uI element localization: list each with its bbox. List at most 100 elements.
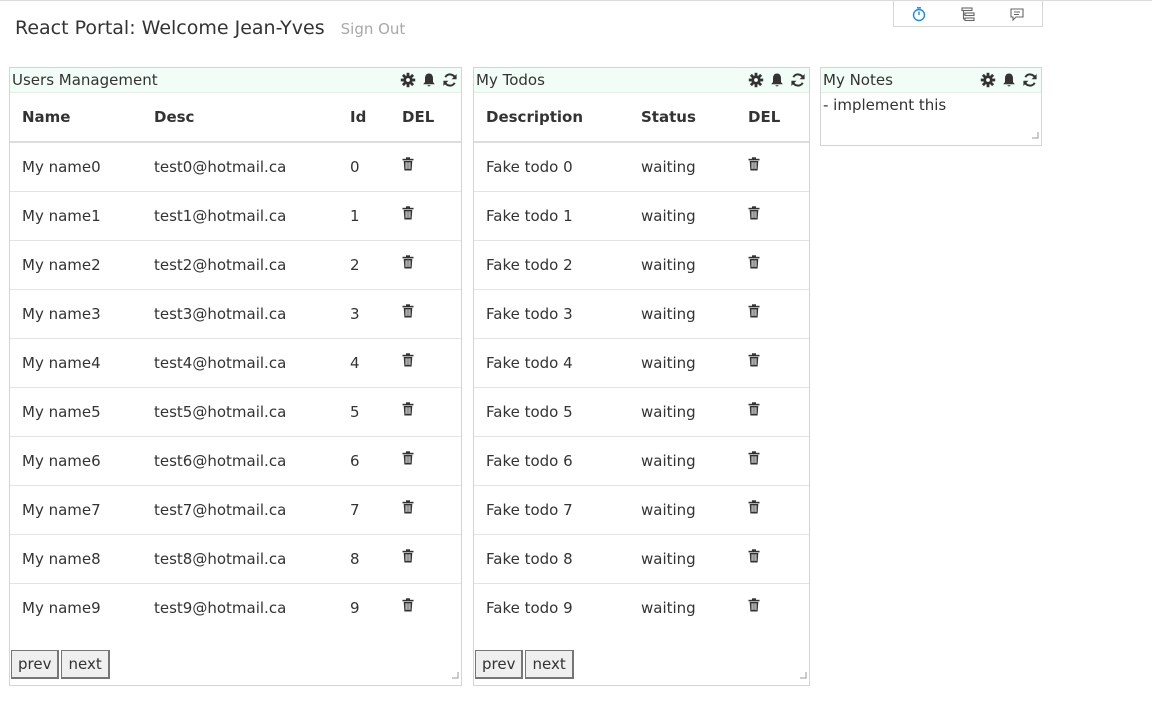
- column-header-del[interactable]: DEL: [390, 93, 461, 143]
- column-header-description[interactable]: Description: [474, 93, 629, 143]
- todo-status-cell: waiting: [629, 485, 736, 535]
- tree-icon[interactable]: [960, 6, 976, 22]
- table-row[interactable]: My name0 test0@hotmail.ca 0: [10, 142, 461, 192]
- table-row[interactable]: Fake todo 7 waiting: [474, 485, 809, 535]
- trash-icon[interactable]: [402, 254, 414, 273]
- column-header-name[interactable]: Name: [10, 93, 142, 143]
- table-row[interactable]: Fake todo 5 waiting: [474, 387, 809, 437]
- panel-title: Users Management: [12, 71, 158, 89]
- trash-icon[interactable]: [748, 303, 760, 322]
- table-row[interactable]: Fake todo 1 waiting: [474, 191, 809, 241]
- my-notes-panel: My Notes - implement this: [820, 67, 1042, 146]
- trash-icon[interactable]: [402, 450, 414, 469]
- resize-handle-icon[interactable]: [1032, 125, 1039, 143]
- table-row[interactable]: Fake todo 0 waiting: [474, 142, 809, 192]
- trash-icon[interactable]: [748, 499, 760, 518]
- user-desc-cell: test0@hotmail.ca: [142, 142, 338, 192]
- del-cell: [390, 338, 461, 388]
- table-row[interactable]: My name5 test5@hotmail.ca 5: [10, 387, 461, 437]
- user-id-cell: 8: [338, 534, 390, 584]
- bell-icon[interactable]: [1001, 72, 1017, 88]
- refresh-icon[interactable]: [1022, 72, 1038, 88]
- column-header-desc[interactable]: Desc: [142, 93, 338, 143]
- trash-icon[interactable]: [748, 598, 760, 616]
- table-row[interactable]: My name4 test4@hotmail.ca 4: [10, 338, 461, 388]
- del-cell: [390, 436, 461, 486]
- table-row[interactable]: My name2 test2@hotmail.ca 2: [10, 240, 461, 290]
- trash-icon[interactable]: [748, 205, 760, 224]
- todo-status-cell: waiting: [629, 191, 736, 241]
- trash-icon[interactable]: [748, 254, 760, 273]
- table-row[interactable]: Fake todo 3 waiting: [474, 289, 809, 339]
- resize-handle-icon[interactable]: [800, 665, 807, 683]
- trash-icon[interactable]: [748, 450, 760, 469]
- table-row[interactable]: My name6 test6@hotmail.ca 6: [10, 436, 461, 486]
- del-cell: [736, 436, 809, 486]
- table-row[interactable]: My name9 test9@hotmail.ca 9: [10, 583, 461, 632]
- user-desc-cell: test2@hotmail.ca: [142, 240, 338, 290]
- app-header: React Portal: Welcome Jean-Yves Sign Out: [15, 17, 405, 39]
- table-row[interactable]: Fake todo 8 waiting: [474, 534, 809, 584]
- trash-icon[interactable]: [402, 303, 414, 322]
- trash-icon[interactable]: [402, 157, 414, 175]
- trash-icon[interactable]: [748, 548, 760, 567]
- del-cell: [736, 338, 809, 388]
- panel-tools: [980, 72, 1038, 88]
- refresh-icon[interactable]: [790, 72, 806, 88]
- trash-icon[interactable]: [402, 401, 414, 420]
- notes-content[interactable]: - implement this: [821, 93, 1041, 117]
- trash-icon[interactable]: [402, 598, 414, 616]
- table-row[interactable]: My name7 test7@hotmail.ca 7: [10, 485, 461, 535]
- column-header-id[interactable]: Id: [338, 93, 390, 143]
- table-row[interactable]: Fake todo 4 waiting: [474, 338, 809, 388]
- user-desc-cell: test8@hotmail.ca: [142, 534, 338, 584]
- trash-icon[interactable]: [402, 205, 414, 224]
- resize-handle-icon[interactable]: [452, 665, 459, 683]
- todo-description-cell: Fake todo 4: [474, 338, 629, 388]
- trash-icon[interactable]: [402, 548, 414, 567]
- panel-title: My Notes: [823, 71, 893, 89]
- user-desc-cell: test6@hotmail.ca: [142, 436, 338, 486]
- refresh-icon[interactable]: [442, 72, 458, 88]
- del-cell: [736, 240, 809, 290]
- user-id-cell: 5: [338, 387, 390, 437]
- trash-icon[interactable]: [402, 499, 414, 518]
- bell-icon[interactable]: [421, 72, 437, 88]
- user-name-cell: My name8: [10, 534, 142, 584]
- todo-status-cell: waiting: [629, 289, 736, 339]
- bell-icon[interactable]: [769, 72, 785, 88]
- page-title: React Portal: Welcome Jean-Yves: [15, 17, 325, 39]
- table-row[interactable]: My name1 test1@hotmail.ca 1: [10, 191, 461, 241]
- next-button[interactable]: next: [61, 650, 110, 679]
- todo-status-cell: waiting: [629, 338, 736, 388]
- next-button[interactable]: next: [525, 650, 574, 679]
- table-row[interactable]: Fake todo 2 waiting: [474, 240, 809, 290]
- del-cell: [736, 142, 809, 192]
- timer-icon[interactable]: [911, 6, 927, 22]
- user-id-cell: 2: [338, 240, 390, 290]
- todos-table: Description Status DEL Fake todo 0 waitin…: [474, 93, 809, 632]
- panel-tools: [748, 72, 806, 88]
- trash-icon[interactable]: [402, 352, 414, 371]
- column-header-del[interactable]: DEL: [736, 93, 809, 143]
- prev-button[interactable]: prev: [11, 650, 60, 679]
- prev-button[interactable]: prev: [475, 650, 524, 679]
- del-cell: [736, 485, 809, 535]
- user-id-cell: 7: [338, 485, 390, 535]
- sign-out-link[interactable]: Sign Out: [341, 20, 406, 38]
- trash-icon[interactable]: [748, 401, 760, 420]
- pagination: prev next: [11, 650, 110, 679]
- table-row[interactable]: Fake todo 6 waiting: [474, 436, 809, 486]
- gear-icon[interactable]: [400, 72, 416, 88]
- my-todos-panel: My Todos Description Status DEL Fake tod…: [473, 67, 810, 686]
- trash-icon[interactable]: [748, 352, 760, 371]
- table-row[interactable]: Fake todo 9 waiting: [474, 583, 809, 632]
- column-header-status[interactable]: Status: [629, 93, 736, 143]
- gear-icon[interactable]: [748, 72, 764, 88]
- gear-icon[interactable]: [980, 72, 996, 88]
- user-id-cell: 0: [338, 142, 390, 192]
- table-row[interactable]: My name3 test3@hotmail.ca 3: [10, 289, 461, 339]
- comment-icon[interactable]: [1009, 6, 1025, 22]
- table-row[interactable]: My name8 test8@hotmail.ca 8: [10, 534, 461, 584]
- trash-icon[interactable]: [748, 157, 760, 175]
